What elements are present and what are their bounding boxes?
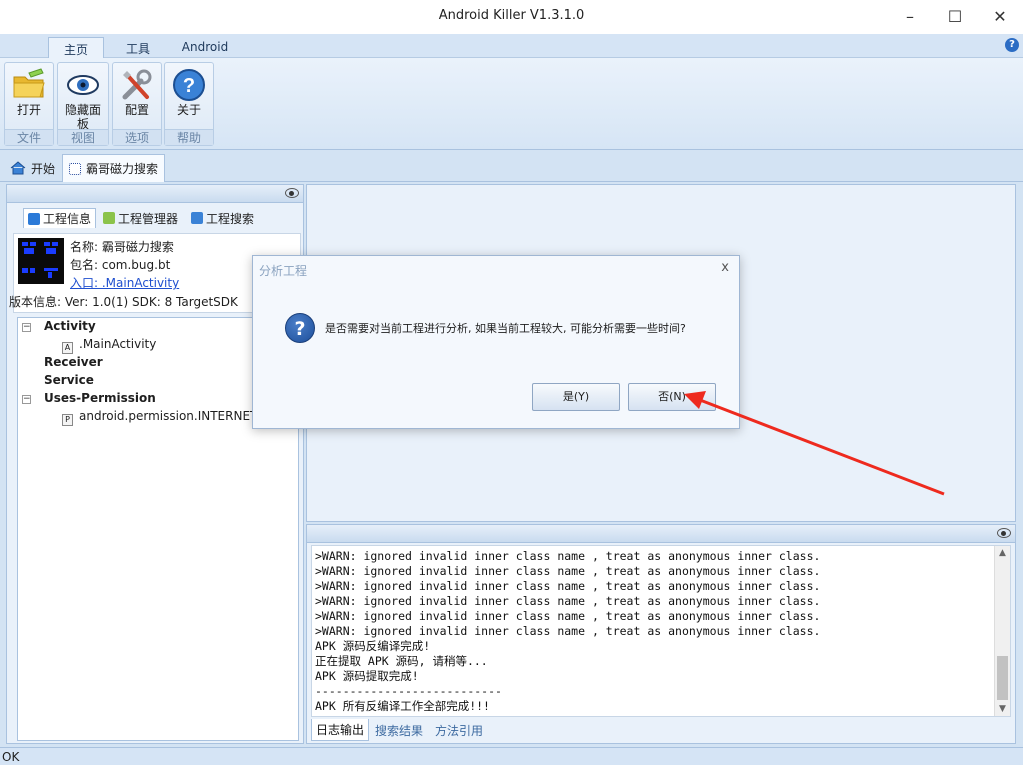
log-scrollbar[interactable]: ▲ ▼ [994, 546, 1010, 716]
ribbon-tab-home[interactable]: 主页 [48, 37, 104, 59]
tools-icon [119, 67, 155, 103]
folder-icon [11, 67, 47, 103]
log-line: >WARN: ignored invalid inner class name … [315, 594, 821, 608]
log-panel: >WARN: ignored invalid inner class name … [306, 524, 1016, 744]
tab-log-output[interactable]: 日志输出 [311, 719, 370, 741]
tree-node-permission-label: android.permission.INTERNET [79, 409, 258, 423]
tree-node-permission-internet[interactable]: Pandroid.permission.INTERNET [62, 409, 257, 426]
open-button[interactable]: 打开 [7, 65, 51, 127]
config-button[interactable]: 配置 [115, 65, 159, 127]
dialog-message: 是否需要对当前工程进行分析, 如果当前工程较大, 可能分析需要一些时间? [325, 322, 686, 335]
close-icon[interactable]: x [721, 260, 729, 275]
project-panel-header [7, 185, 303, 203]
doc-tab-start[interactable]: 开始 [4, 154, 61, 182]
tab-project-manager-label: 工程管理器 [118, 211, 179, 226]
tab-project-search-label: 工程搜索 [206, 211, 255, 226]
ribbon-body: 打开 文件 隐藏面板 视图 配置 选项 ? 关于 帮助 [0, 58, 1023, 150]
status-bar: OK [0, 747, 1023, 765]
ribbon-group-file: 打开 文件 [4, 62, 54, 146]
group-label-view: 视图 [58, 129, 108, 145]
tree-node-uses-permission[interactable]: Uses-Permission [44, 391, 156, 405]
help-icon: ? [171, 67, 207, 103]
log-line: >WARN: ignored invalid inner class name … [315, 609, 821, 623]
eye-icon[interactable] [997, 528, 1011, 538]
version-info: 版本信息: Ver: 1.0(1) SDK: 8 TargetSDK [9, 295, 238, 309]
tab-search-results[interactable]: 搜索结果 [371, 719, 427, 741]
home-icon [10, 161, 26, 175]
log-line: APK 源码提取完成! [315, 669, 419, 683]
status-text: OK [2, 750, 20, 764]
tab-project-manager[interactable]: 工程管理器 [99, 208, 182, 228]
project-name: 名称: 霸哥磁力搜索 [70, 240, 174, 254]
project-package: 包名: com.bug.bt [70, 258, 171, 272]
hide-panel-label: 隐藏面板 [64, 103, 101, 131]
group-label-options: 选项 [113, 129, 161, 145]
svg-text:?: ? [183, 75, 195, 97]
tree-node-main-activity[interactable]: A .MainActivity [62, 337, 156, 354]
about-button-label: 关于 [176, 103, 201, 117]
scroll-down-icon[interactable]: ▼ [995, 702, 1010, 716]
document-tab-bar: 开始 霸哥磁力搜索 [0, 150, 1023, 182]
group-label-help: 帮助 [165, 129, 213, 145]
eye-icon[interactable] [285, 188, 299, 198]
maximize-button[interactable]: ☐ [932, 0, 978, 32]
ribbon-group-help: ? 关于 帮助 [164, 62, 214, 146]
yes-button[interactable]: 是(Y) [532, 383, 620, 411]
permission-icon: P [62, 414, 73, 426]
log-line: APK 源码反编译完成! [315, 639, 431, 653]
app-icon [18, 238, 64, 284]
doc-tab-project[interactable]: 霸哥磁力搜索 [62, 154, 166, 182]
tab-method-references[interactable]: 方法引用 [431, 719, 487, 741]
log-line: >WARN: ignored invalid inner class name … [315, 564, 821, 578]
group-label-file: 文件 [5, 129, 53, 145]
log-output[interactable]: >WARN: ignored invalid inner class name … [311, 545, 1011, 717]
scroll-thumb[interactable] [997, 656, 1008, 700]
ribbon-tab-android[interactable]: Android [172, 37, 238, 59]
collapse-toggle[interactable]: − [22, 323, 31, 332]
hide-panel-button[interactable]: 隐藏面板 [60, 65, 106, 131]
ribbon-tab-bar: 主页 工具 Android ? [0, 34, 1023, 59]
ribbon-group-options: 配置 选项 [112, 62, 162, 146]
tree-node-main-activity-label: .MainActivity [79, 337, 157, 351]
title-bar: Android Killer V1.3.1.0 – ☐ ✕ [0, 0, 1023, 34]
eye-icon [65, 67, 101, 103]
log-line: >WARN: ignored invalid inner class name … [315, 549, 821, 563]
close-window-button[interactable]: ✕ [977, 0, 1023, 32]
tree-node-service[interactable]: Service [44, 373, 94, 387]
log-line: >WARN: ignored invalid inner class name … [315, 579, 821, 593]
android-icon [103, 212, 115, 224]
doc-tab-start-label: 开始 [31, 161, 56, 176]
ribbon-group-view: 隐藏面板 视图 [57, 62, 109, 146]
ribbon-tab-tools[interactable]: 工具 [116, 37, 160, 59]
minimize-button[interactable]: – [887, 0, 933, 32]
info-icon [28, 212, 40, 225]
tree-node-receiver[interactable]: Receiver [44, 355, 103, 369]
dialog-title: 分析工程 [259, 264, 308, 278]
log-line: 正在提取 APK 源码, 请稍等... [315, 654, 488, 668]
about-button[interactable]: ? 关于 [167, 65, 211, 127]
question-icon: ? [285, 313, 315, 343]
doc-tab-project-label: 霸哥磁力搜索 [86, 162, 159, 176]
tab-project-search[interactable]: 工程搜索 [187, 208, 258, 228]
log-line: APK 所有反编译工作全部完成!!! [315, 699, 490, 713]
project-entry-link[interactable]: 入口: .MainActivity [70, 274, 179, 291]
config-button-label: 配置 [124, 103, 149, 117]
analyze-project-dialog: 分析工程 x ? 是否需要对当前工程进行分析, 如果当前工程较大, 可能分析需要… [252, 255, 740, 429]
no-button[interactable]: 否(N) [628, 383, 716, 411]
log-lines: >WARN: ignored invalid inner class name … [315, 549, 820, 714]
tree-node-activity[interactable]: Activity [44, 319, 96, 333]
collapse-toggle[interactable]: − [22, 395, 31, 404]
app-grid-icon [69, 162, 81, 175]
window-title: Android Killer V1.3.1.0 [438, 8, 585, 23]
search-icon [191, 212, 203, 224]
log-line: >WARN: ignored invalid inner class name … [315, 624, 821, 638]
activity-icon: A [62, 342, 73, 354]
log-panel-header [307, 525, 1015, 543]
log-line: --------------------------- [315, 684, 502, 698]
scroll-up-icon[interactable]: ▲ [995, 546, 1010, 560]
tab-project-info-label: 工程信息 [43, 212, 92, 226]
tab-project-info[interactable]: 工程信息 [23, 208, 97, 228]
help-icon[interactable]: ? [1005, 38, 1019, 52]
open-button-label: 打开 [16, 103, 41, 117]
